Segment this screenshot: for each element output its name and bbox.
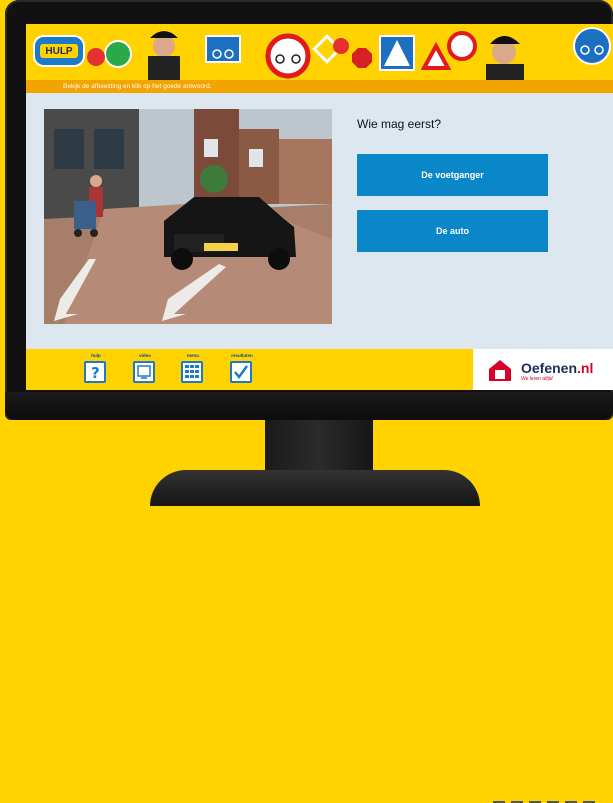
monitor-chin [5,392,613,803]
video-label: video [139,353,151,358]
house-logo-icon [489,360,511,381]
header-banner: HULP [26,24,613,80]
monitor-stand-foot [150,470,480,506]
answer-button-auto[interactable]: De auto [357,210,548,252]
menu-label: menu [186,353,199,358]
question-icon[interactable]: ? [84,361,106,383]
checkmark-icon[interactable] [230,361,252,383]
hulp-logo[interactable]: HULP [42,46,76,57]
brand-name: Oefenen.nl [521,360,593,376]
question-panel: Wie mag eerst? De voetganger De auto [26,93,613,349]
menu-grid-icon[interactable] [181,361,203,383]
question-photo [44,109,332,324]
footer-toolbar: hulp ? video menu resultaten Oefenen.nl … [26,349,613,390]
street-scene-illustration [44,109,332,324]
answer-button-voetganger[interactable]: De voetganger [357,154,548,196]
video-icon[interactable] [133,361,155,383]
app-screen: HULP Bekijk de afbeelding en klik op het… [26,24,613,390]
instruction-text: Bekijk de afbeelding en klik op het goed… [63,83,212,90]
brand-name-tld: .nl [577,360,594,376]
svg-text:?: ? [91,364,100,381]
question-text: Wie mag eerst? [357,117,442,131]
instruction-bar: Bekijk de afbeelding en klik op het goed… [26,80,613,93]
brand-name-main: Oefenen [521,360,578,376]
hulp-label: hulp [91,353,101,358]
traffic-signs-illustration [33,27,611,80]
brand-tagline: We leren altijd [521,376,553,382]
resultaten-label: resultaten [231,353,253,358]
oefenen-logo[interactable]: Oefenen.nl We leren altijd [473,349,613,390]
